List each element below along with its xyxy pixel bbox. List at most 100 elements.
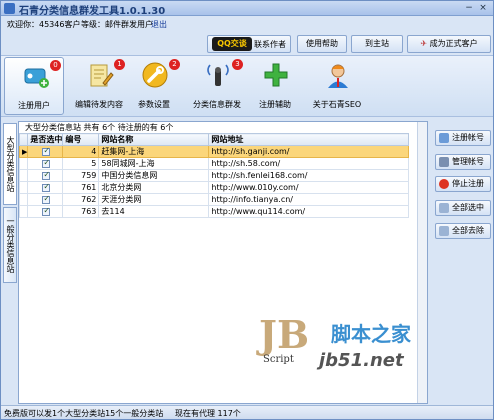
table-row[interactable]: 763 去114 http://www.qu114.com/ [18,205,410,218]
minimize-button[interactable]: − [463,3,475,14]
status-right: 现在有代理 117个 [175,409,241,418]
qq-chat-icon[interactable]: QQ交谈 [212,37,252,51]
table-row[interactable]: 762 天涯分类网 http://info.tianya.cn/ [18,193,410,206]
tool-label: 关于石青SEO [312,100,362,109]
tool-label: 注册用户 [18,101,50,110]
manage-account-label: 管理帐号 [452,157,484,166]
col-selected[interactable]: 是否选中 [27,133,64,146]
deselect-all-label: 全部去除 [452,226,484,235]
watermark-cn: 脚本之家 [331,322,411,346]
tool-about[interactable]: 关于石青SEO [307,57,367,115]
manage-account-icon [439,157,449,167]
row-checkbox[interactable] [27,145,64,158]
tool-edit-content[interactable]: 1 编辑待发内容 [69,57,129,115]
table-row[interactable]: 761 北京分类网 http://www.010y.com/ [18,181,410,194]
row-checkbox[interactable] [27,169,64,182]
broadcast-icon [207,64,229,86]
upgrade-icon: ✈ [420,39,428,48]
app-window: 石青分类信息群发工具1.0.1.30 − × 欢迎你：45346客户 等级：邮件… [0,0,494,420]
row-pointer-icon: ▶ [22,148,28,156]
col-id[interactable]: 编号 [62,133,100,146]
tool-register-user[interactable]: 0 注册用户 [4,57,64,115]
watermark-url: jb51.net [319,350,404,371]
home-site-button[interactable]: 到主站 [351,35,403,53]
title-bar: 石青分类信息群发工具1.0.1.30 − × [1,1,493,17]
status-left: 免费版可以发1个大型分类站15个一般分类站 [4,409,164,418]
register-account-button[interactable]: 注册帐号 [435,130,491,146]
register-account-icon [439,133,449,143]
watermark-logo-mark: JB [259,312,310,357]
cell-id: 4 [62,145,100,158]
tool-label: 编辑待发内容 [75,100,123,109]
checkbox-checked-icon[interactable] [42,182,51,192]
cell-id: 762 [62,193,100,206]
register-user-icon [24,68,49,88]
close-button[interactable]: × [477,3,489,14]
checkbox-checked-icon[interactable] [42,170,51,180]
logout-link[interactable]: 退出 [151,19,167,30]
table-row[interactable]: 5 58同城网-上海 http://sh.58.com/ [18,157,410,170]
about-icon [328,64,348,88]
welcome-text: 欢迎你：45346客户 [7,20,81,29]
checkbox-checked-icon[interactable] [42,146,51,156]
row-checkbox[interactable] [27,181,64,194]
cell-url: http://sh.58.com/ [208,157,410,170]
table-row[interactable]: 759 中国分类信息网 http://sh.fenlei168.com/ [18,169,410,182]
tool-badge: 3 [232,59,243,70]
settings-icon [142,62,168,88]
col-name[interactable]: 网站名称 [98,133,210,146]
stop-register-label: 停止注册 [452,179,484,188]
col-url[interactable]: 网站地址 [208,133,410,146]
checkbox-checked-icon[interactable] [42,158,51,168]
row-indicator [18,181,29,194]
select-all-icon [439,203,449,213]
watermark-script: Script [263,354,294,365]
row-checkbox[interactable] [27,157,64,170]
cell-name: 中国分类信息网 [98,169,210,182]
tool-settings[interactable]: 2 参数设置 [124,57,184,115]
row-indicator: ▶ [18,145,29,158]
app-icon [4,3,15,14]
watermark-logo: JB Script [259,312,315,372]
deselect-all-icon [439,226,449,236]
row-checkbox[interactable] [27,193,64,206]
table-row[interactable]: ▶ 4 赶集网-上海 http://sh.ganji.com/ [18,145,410,158]
level-text: 等级：邮件群发用户 [81,20,153,29]
cell-name: 赶集网-上海 [98,145,210,158]
upgrade-button[interactable]: ✈ 成为正式客户 [407,35,491,53]
manage-account-button[interactable]: 管理帐号 [435,154,491,170]
cell-id: 761 [62,181,100,194]
tool-broadcast[interactable]: 3 分类信息群发 [187,57,247,115]
select-all-button[interactable]: 全部选中 [435,200,491,216]
status-bar: 免费版可以发1个大型分类站15个一般分类站 现在有代理 117个 [1,405,493,419]
contact-author-label: 联系作者 [254,40,286,49]
edit-content-icon [90,64,114,87]
row-checkbox[interactable] [27,205,64,218]
cell-url: http://sh.fenlei168.com/ [208,169,410,182]
cell-name: 天涯分类网 [98,193,210,206]
cell-id: 763 [62,205,100,218]
register-account-label: 注册帐号 [452,133,484,142]
tab-big-sites[interactable]: 大型分类信息站 [3,123,17,205]
cell-id: 759 [62,169,100,182]
panel-header: 大型分类信息站 共有 6个 待注册的有 6个 [19,122,427,133]
cell-name: 去114 [98,205,210,218]
sites-table: 是否选中 编号 网站名称 网站地址 ▶ 4 赶集网-上海 http://sh.g… [18,133,410,218]
deselect-all-button[interactable]: 全部去除 [435,223,491,239]
help-button[interactable]: 使用帮助 [297,35,347,53]
checkbox-checked-icon[interactable] [42,194,51,204]
tab-general-sites[interactable]: 一般分类信息站 [3,207,17,283]
row-indicator [18,205,29,218]
tool-register-assist[interactable]: 注册辅助 [245,57,305,115]
row-indicator-header [18,133,29,146]
table-header-row: 是否选中 编号 网站名称 网站地址 [18,133,410,146]
row-indicator [18,169,29,182]
row-indicator [18,193,29,206]
cell-url: http://www.010y.com/ [208,181,410,194]
vertical-scrollbar[interactable] [417,122,427,403]
tool-label: 参数设置 [138,100,170,109]
tool-badge: 2 [169,59,180,70]
stop-register-button[interactable]: 停止注册 [435,176,491,192]
tool-label: 分类信息群发 [193,100,241,109]
checkbox-checked-icon[interactable] [42,206,51,216]
